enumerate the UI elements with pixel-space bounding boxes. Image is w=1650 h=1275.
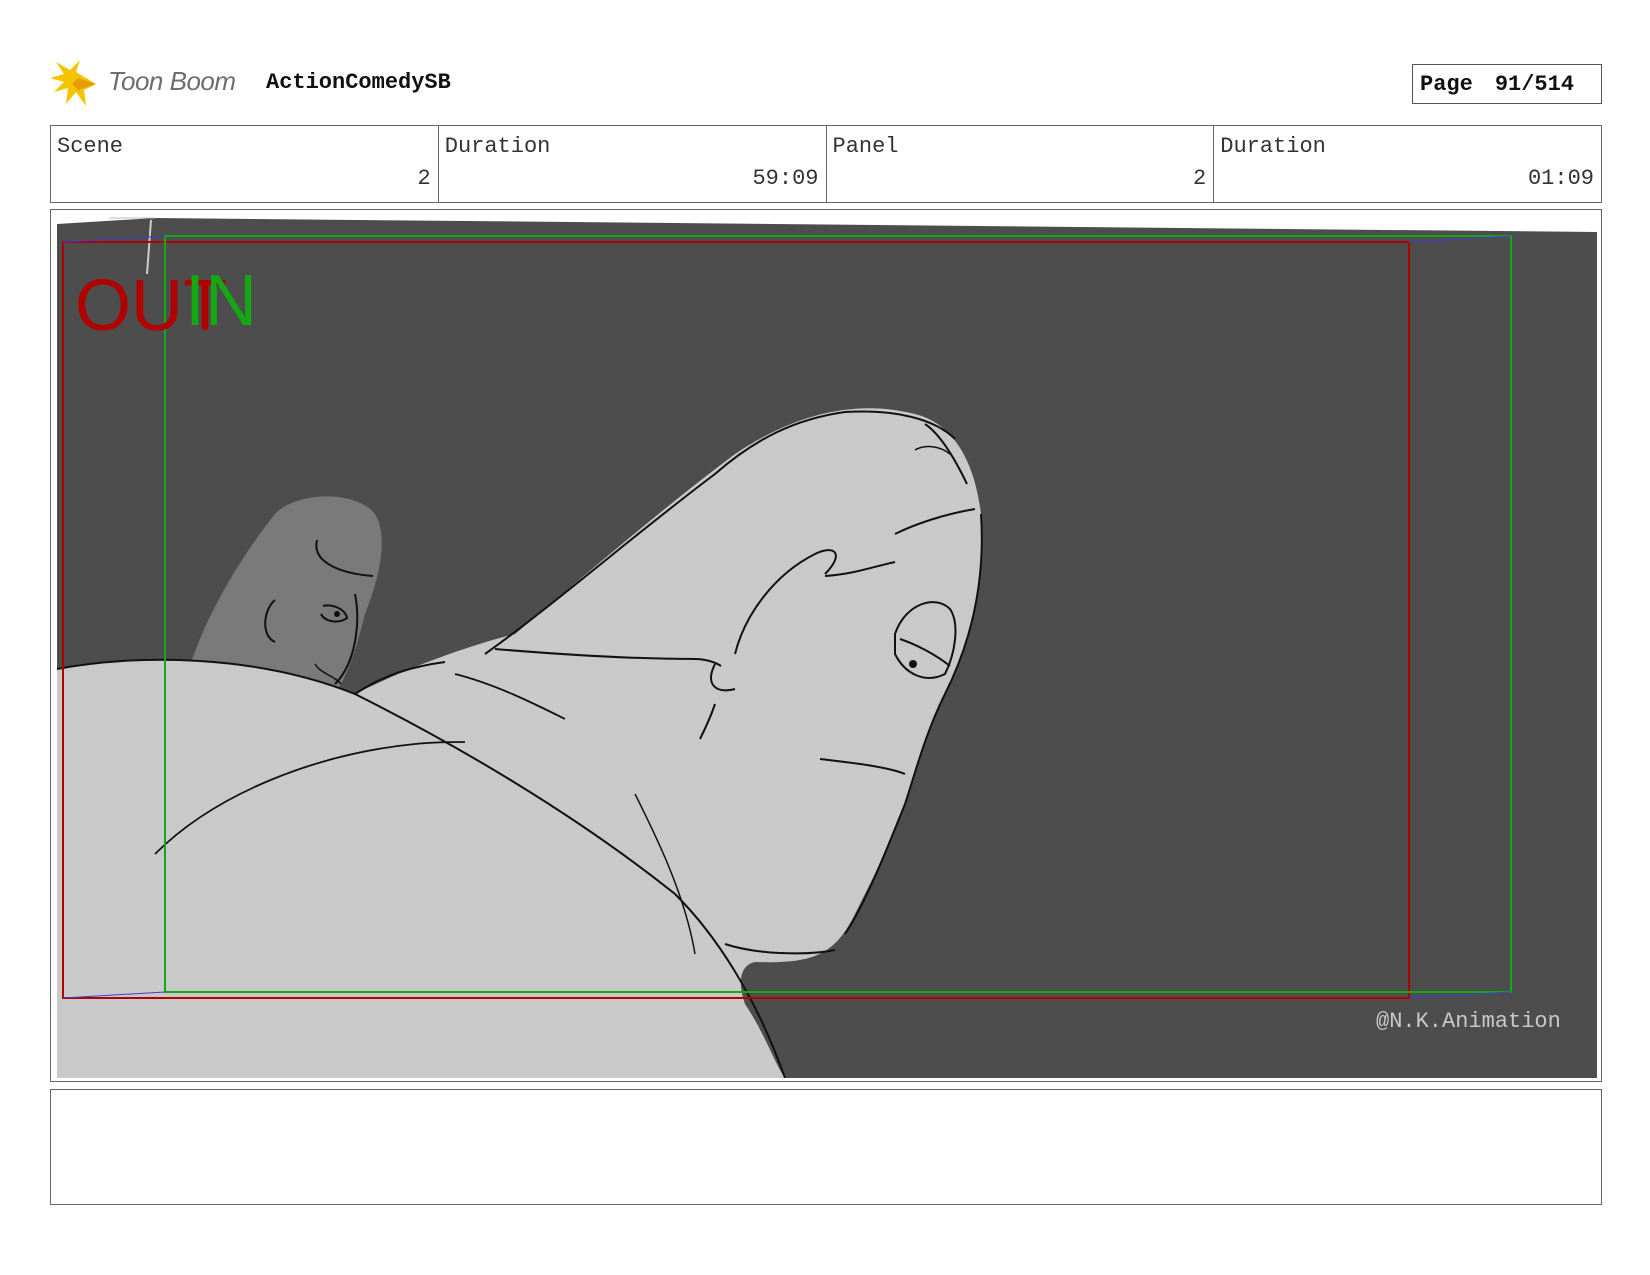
- shot-info-table: Scene 2 Duration 59:09 Panel 2 Duration …: [50, 125, 1602, 203]
- panel-cell: Panel 2: [825, 126, 1214, 202]
- scene-label: Scene: [57, 134, 124, 159]
- panel-label: Panel: [832, 134, 899, 159]
- storyboard-header: Toon Boom ActionComedySB Page 91/514: [50, 56, 1602, 112]
- scene-duration-label: Duration: [444, 134, 551, 159]
- storyboard-panel: OUT IN @N.K.Animation: [50, 209, 1602, 1082]
- panel-duration-label: Duration: [1220, 134, 1326, 159]
- scene-cell: Scene 2: [51, 126, 438, 202]
- page-number: 91/514: [1494, 71, 1575, 97]
- panel-duration-cell: Duration 01:09: [1213, 126, 1601, 202]
- panel-notes: [50, 1089, 1602, 1205]
- page-indicator: Page 91/514: [1412, 64, 1602, 104]
- project-title: ActionComedySB: [266, 70, 451, 95]
- panel-sketch: [56, 217, 1597, 1078]
- page-label: Page: [1420, 71, 1473, 97]
- panel-number: 2: [1193, 166, 1207, 191]
- logo-text: Toon Boom: [108, 66, 236, 96]
- scene-number: 2: [417, 166, 431, 191]
- scene-duration-value: 59:09: [752, 166, 819, 191]
- watermark: @N.K.Animation: [1376, 1009, 1561, 1034]
- scene-duration-cell: Duration 59:09: [437, 126, 826, 202]
- in-frame-label: IN: [185, 261, 257, 341]
- starburst-icon: [50, 60, 96, 106]
- toon-boom-logo: Toon Boom: [50, 56, 250, 112]
- panel-duration-value: 01:09: [1527, 166, 1594, 191]
